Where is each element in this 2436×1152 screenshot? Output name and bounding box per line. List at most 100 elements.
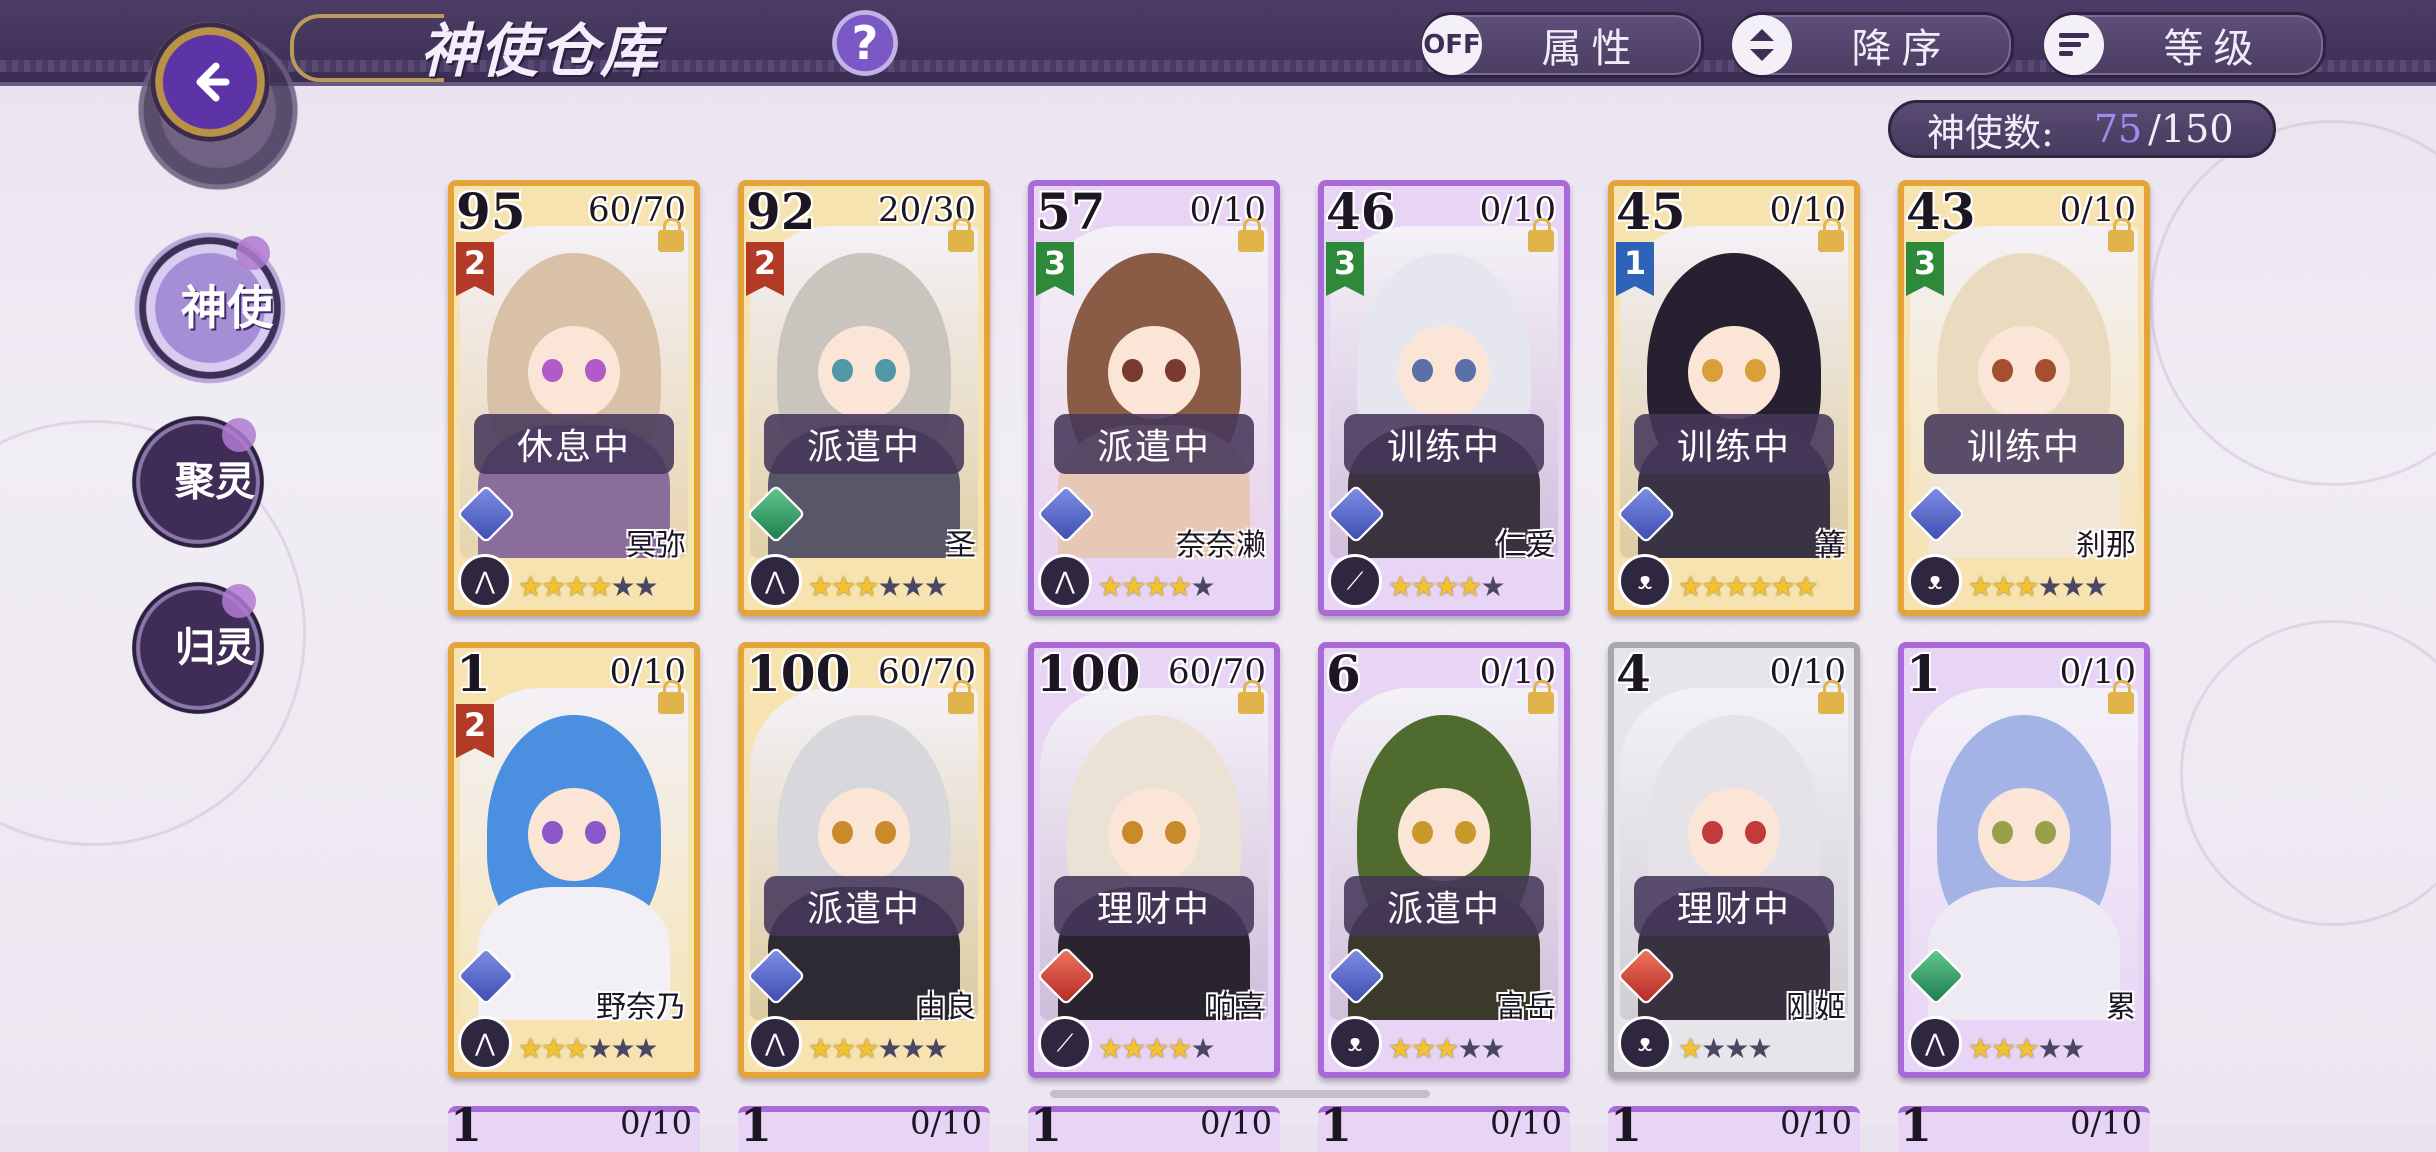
claw-icon: ᴥ — [1328, 1016, 1382, 1070]
attribute-filter-toggle[interactable]: OFF 属性 — [1422, 12, 1704, 78]
card-level: 1 — [1900, 1098, 1933, 1152]
star-empty-icon: ★ — [1701, 1032, 1726, 1065]
star-filled-icon: ★ — [1968, 570, 1993, 603]
card-level: 1 — [740, 1098, 773, 1152]
card-exp: 0/10 — [2070, 1104, 2142, 1142]
up-down-arrows-icon — [1732, 15, 1792, 75]
character-name: 篝 — [1816, 528, 1846, 563]
sort-order-button[interactable]: 降序 — [1732, 12, 2014, 78]
character-card[interactable]: 4 0/10 理财中 ᴥ 刚姬 ★★★★ — [1608, 642, 1860, 1078]
lock-icon — [948, 218, 974, 252]
portrait-eye — [1122, 358, 1143, 383]
claw-icon: ᴥ — [1618, 554, 1672, 608]
star-rating: ★★★★★ — [1388, 570, 1558, 604]
star-filled-icon: ★ — [1457, 570, 1482, 603]
character-card[interactable]: 1 0/10 2 ⋀ 野奈乃 ★★★★★★ — [448, 642, 700, 1078]
card-exp: 0/10 — [1780, 1104, 1852, 1142]
back-button[interactable] — [150, 22, 270, 142]
character-name: 响喜 — [1206, 990, 1266, 1025]
character-card[interactable]: 45 0/10 1 训练中 ᴥ 篝 ★★★★★★ — [1608, 180, 1860, 616]
star-filled-icon: ★ — [1098, 1032, 1123, 1065]
character-card[interactable]: 100 60/70 理财中 ⟋ 响喜 ★★★★★ — [1028, 642, 1280, 1078]
star-filled-icon: ★ — [1167, 570, 1192, 603]
card-exp: 0/10 — [1200, 1104, 1272, 1142]
character-card[interactable]: 92 20/30 2 派遣中 ⋀ 圣 ★★★★★★ — [738, 180, 990, 616]
card-exp: 0/10 — [620, 1104, 692, 1142]
portrait-eye — [542, 358, 563, 383]
star-filled-icon: ★ — [1793, 570, 1819, 603]
status-label: 训练中 — [1924, 414, 2124, 474]
character-name: 累 — [2106, 990, 2136, 1025]
background-ornament — [2150, 120, 2436, 486]
star-filled-icon: ★ — [541, 1032, 566, 1065]
star-filled-icon: ★ — [1098, 570, 1123, 603]
character-name: 由良 — [916, 990, 976, 1025]
lock-icon — [948, 680, 974, 714]
star-filled-icon: ★ — [1434, 1032, 1459, 1065]
star-filled-icon: ★ — [1968, 1032, 1993, 1065]
star-filled-icon: ★ — [1747, 570, 1772, 603]
character-card-partial[interactable]: 1 0/10 — [1028, 1098, 1280, 1152]
portrait-eye — [832, 820, 853, 845]
status-label: 休息中 — [474, 414, 674, 474]
character-card[interactable]: 6 0/10 派遣中 ᴥ 富岳 ★★★★★ — [1318, 642, 1570, 1078]
lock-icon — [1818, 218, 1844, 252]
back-arrow-icon — [196, 62, 230, 102]
character-card[interactable]: 46 0/10 3 训练中 ⟋ 仁爱 ★★★★★ — [1318, 180, 1570, 616]
toggle-off-icon: OFF — [1422, 15, 1482, 75]
portrait-eye — [1745, 820, 1766, 845]
card-exp: 0/10 — [910, 1104, 982, 1142]
lock-icon — [1818, 680, 1844, 714]
star-filled-icon: ★ — [1678, 570, 1703, 603]
star-filled-icon: ★ — [564, 1032, 589, 1065]
portrait-eye — [1702, 358, 1723, 383]
portrait-eye — [2035, 358, 2056, 383]
card-level: 46 — [1326, 182, 1396, 241]
card-level: 57 — [1036, 182, 1106, 241]
portrait-eye — [1992, 358, 2013, 383]
character-card-partial[interactable]: 1 0/10 — [448, 1098, 700, 1152]
star-filled-icon: ★ — [1770, 570, 1795, 603]
card-level: 1 — [1610, 1098, 1643, 1152]
portrait-eye — [1992, 820, 2013, 845]
card-level: 1 — [1320, 1098, 1353, 1152]
lock-icon — [2108, 218, 2134, 252]
sort-by-button[interactable]: 等级 — [2044, 12, 2326, 78]
flower-ornament-icon — [236, 236, 270, 270]
card-level: 43 — [1906, 182, 1976, 241]
card-level: 45 — [1616, 182, 1686, 241]
lock-icon — [658, 218, 684, 252]
character-card[interactable]: 57 0/10 3 派遣中 ⋀ 奈奈濑 ★★★★★ — [1028, 180, 1280, 616]
lock-icon — [1528, 680, 1554, 714]
star-empty-icon: ★ — [587, 1032, 612, 1065]
flower-ornament-icon — [222, 584, 256, 618]
character-count-label: 神使数: — [1927, 110, 2054, 155]
character-card[interactable]: 100 60/70 派遣中 ⋀ 由良 ★★★★★★ — [738, 642, 990, 1078]
portrait-eye — [2035, 820, 2056, 845]
character-name: 野奈乃 — [596, 990, 686, 1025]
star-filled-icon: ★ — [854, 1032, 879, 1065]
status-label: 派遣中 — [1344, 876, 1544, 936]
star-filled-icon: ★ — [518, 1032, 543, 1065]
character-card[interactable]: 1 0/10 ⋀ 累 ★★★★★ — [1898, 642, 2150, 1078]
portrait-eye — [1412, 358, 1433, 383]
character-card[interactable]: 43 0/10 3 训练中 ᴥ 刹那 ★★★★★★ — [1898, 180, 2150, 616]
help-button[interactable]: ? — [832, 10, 898, 76]
dual-blade-icon: ⋀ — [1038, 554, 1092, 608]
star-filled-icon: ★ — [1411, 1032, 1436, 1065]
portrait-eye — [1122, 820, 1143, 845]
star-filled-icon: ★ — [1434, 570, 1459, 603]
star-empty-icon: ★ — [2083, 570, 2109, 603]
character-card-partial[interactable]: 1 0/10 — [1898, 1098, 2150, 1152]
attribute-filter-label: 属性 — [1541, 26, 1642, 72]
card-exp: 0/10 — [1490, 1104, 1562, 1142]
character-card-partial[interactable]: 1 0/10 — [738, 1098, 990, 1152]
character-card-partial[interactable]: 1 0/10 — [1318, 1098, 1570, 1152]
character-card[interactable]: 95 60/70 2 休息中 ⋀ 冥弥 ★★★★★★ — [448, 180, 700, 616]
star-filled-icon: ★ — [1121, 570, 1146, 603]
character-count-max: /150 — [2148, 107, 2234, 151]
star-empty-icon: ★ — [2060, 1032, 2085, 1065]
sort-by-label: 等级 — [2163, 26, 2264, 72]
scroll-indicator[interactable] — [1050, 1090, 1430, 1098]
character-card-partial[interactable]: 1 0/10 — [1608, 1098, 1860, 1152]
